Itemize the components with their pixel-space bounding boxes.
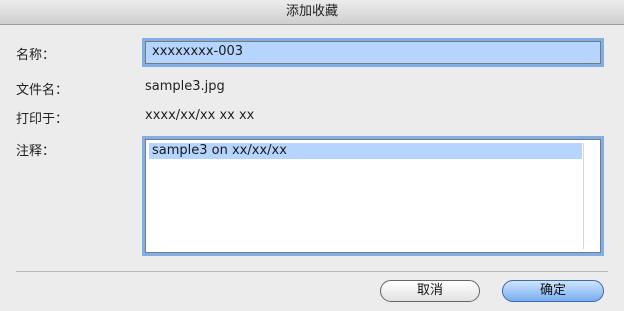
ok-button[interactable]: 确定 xyxy=(502,280,604,302)
notes-label: 注释： xyxy=(16,144,56,159)
notes-scrollbar[interactable] xyxy=(583,143,597,249)
divider xyxy=(16,271,608,272)
notes-textarea[interactable]: sample3 on xx/xx/xx xyxy=(145,139,601,253)
notes-text: sample3 on xx/xx/xx xyxy=(149,143,582,159)
cancel-button[interactable]: 取消 xyxy=(380,280,480,302)
printed-value: xxxx/xx/xx xx xx xyxy=(145,108,255,123)
dialog-title: 添加收藏 xyxy=(0,0,624,25)
name-input-value: xxxxxxxx-003 xyxy=(152,44,244,59)
name-input[interactable]: xxxxxxxx-003 xyxy=(145,41,601,64)
filename-label: 文件名： xyxy=(16,83,69,98)
printed-label: 打印于： xyxy=(16,112,69,127)
add-favorite-dialog: 添加收藏 名称： xxxxxxxx-003 文件名： sample3.jpg 打… xyxy=(0,0,624,311)
name-label: 名称： xyxy=(16,48,56,63)
filename-value: sample3.jpg xyxy=(145,79,225,94)
